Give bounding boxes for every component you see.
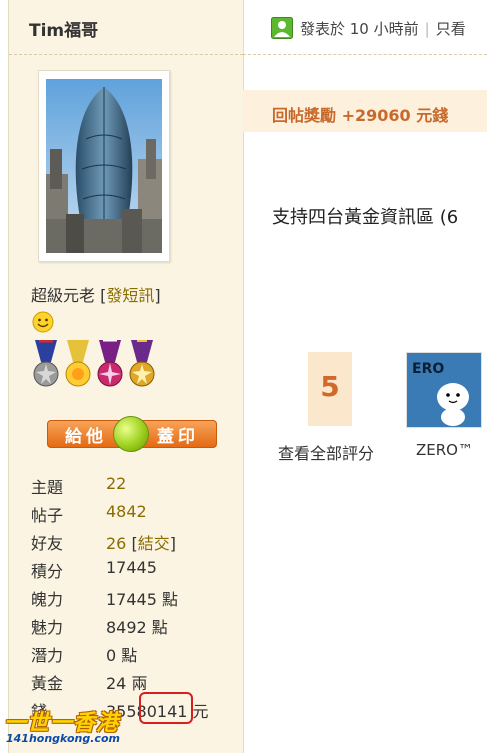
annotation-highlight bbox=[139, 692, 193, 724]
medal-icon bbox=[33, 337, 59, 387]
stat-label: 主題 bbox=[31, 478, 64, 497]
stat-value-courage: 17445 點 bbox=[106, 590, 178, 609]
only-view-author-link[interactable]: 只看 bbox=[436, 20, 466, 38]
user-online-icon bbox=[271, 17, 293, 39]
watermark-sub: 141hongkong.com bbox=[6, 732, 120, 745]
stat-label: 魅力 bbox=[31, 618, 64, 637]
stat-value-charm: 8492 點 bbox=[106, 618, 168, 637]
reply-reward-bar: 回帖獎勵 +29060 元錢 bbox=[243, 90, 487, 132]
stat-row-potential: 潛力 0 點 bbox=[31, 640, 241, 668]
stamp-button[interactable]: 給他 蓋印 bbox=[47, 416, 217, 452]
rater-avatar[interactable]: ERO bbox=[406, 352, 482, 428]
author-header: Tim福哥 bbox=[9, 0, 243, 55]
friends-count-link[interactable]: 26 bbox=[106, 534, 126, 553]
send-pm-link[interactable]: 發短訊 bbox=[106, 286, 154, 305]
post-header: 發表於 10 小時前 | 只看 bbox=[243, 0, 487, 55]
author-rank-line: 超級元老 [發短訊] bbox=[31, 286, 161, 305]
add-friend-link[interactable]: 結交 bbox=[138, 534, 170, 553]
stat-label: 好友 bbox=[31, 534, 64, 553]
author-sidebar: Tim福哥 超級元老 [發短訊] 給他 蓋印 主題 22 帖子 4842 好友 … bbox=[8, 0, 244, 753]
rating-score: 5 bbox=[320, 370, 340, 403]
stamp-right-label: 蓋印 bbox=[157, 427, 199, 447]
view-all-ratings-link[interactable]: 查看全部評分 bbox=[278, 440, 374, 464]
stat-value-friends: 26 [結交] bbox=[106, 534, 176, 553]
rank-title: 超級元老 bbox=[31, 286, 96, 305]
stat-row-gold: 黃金 24 兩 bbox=[31, 668, 241, 696]
stat-value-potential: 0 點 bbox=[106, 646, 138, 665]
stat-row-topics: 主題 22 bbox=[31, 472, 241, 500]
stat-row-posts: 帖子 4842 bbox=[31, 500, 241, 528]
site-watermark: 一世一香港 141hongkong.com bbox=[4, 705, 134, 751]
post-body-text: 支持四台黃金資訊區 (6 bbox=[272, 207, 459, 228]
rater-name-link[interactable]: ZERO™ bbox=[416, 441, 473, 459]
stat-row-courage: 魄力 17445 點 bbox=[31, 584, 241, 612]
post-time-text: 發表於 10 小時前 bbox=[300, 20, 419, 38]
stat-label: 積分 bbox=[31, 562, 64, 581]
author-name-link[interactable]: Tim福哥 bbox=[29, 16, 98, 41]
stat-row-points: 積分 17445 bbox=[31, 556, 241, 584]
medal-icon bbox=[97, 338, 123, 387]
stamp-ball-icon bbox=[113, 416, 149, 452]
medals-group bbox=[31, 337, 163, 392]
author-avatar[interactable] bbox=[38, 70, 170, 262]
smiley-icon bbox=[32, 311, 54, 333]
stat-label: 帖子 bbox=[31, 506, 64, 525]
medal-icon bbox=[129, 338, 155, 387]
svg-text:ERO: ERO bbox=[412, 361, 444, 377]
stat-value-gold: 24 兩 bbox=[106, 674, 148, 693]
post-time: 發表於 10 小時前 | 只看 bbox=[300, 18, 466, 39]
stamp-left-label: 給他 bbox=[65, 427, 107, 447]
stat-label: 潛力 bbox=[31, 646, 64, 665]
stat-label: 黃金 bbox=[31, 674, 64, 693]
stat-row-friends: 好友 26 [結交] bbox=[31, 528, 241, 556]
reply-reward-text: 回帖獎勵 +29060 元錢 bbox=[272, 106, 449, 125]
stat-row-charm: 魅力 8492 點 bbox=[31, 612, 241, 640]
stat-value-topics[interactable]: 22 bbox=[106, 474, 126, 493]
avatar-image bbox=[46, 79, 162, 253]
rating-score-box[interactable]: 5 bbox=[308, 352, 352, 426]
stat-label: 魄力 bbox=[31, 590, 64, 609]
stat-value-points: 17445 bbox=[106, 558, 157, 577]
author-stats: 主題 22 帖子 4842 好友 26 [結交] 積分 17445 魄力 174… bbox=[31, 472, 241, 724]
stat-value-posts[interactable]: 4842 bbox=[106, 502, 147, 521]
medal-icon bbox=[65, 340, 91, 387]
divider: | bbox=[424, 20, 430, 38]
